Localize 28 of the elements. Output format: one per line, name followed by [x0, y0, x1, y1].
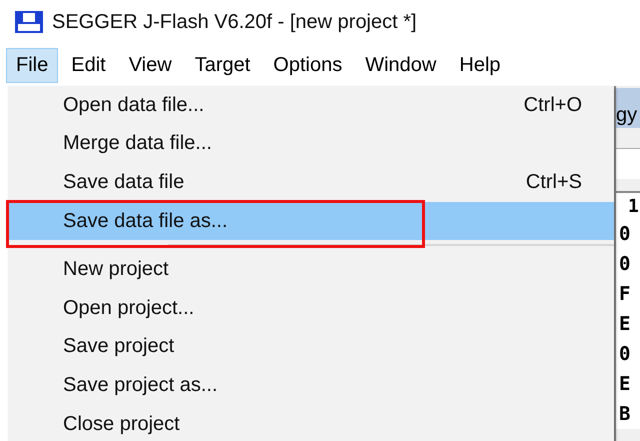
menu-item[interactable]: Save project as... [8, 366, 614, 405]
app-icon [15, 11, 43, 33]
menu-item[interactable]: Target [184, 48, 260, 82]
menu-item[interactable]: Edit [61, 48, 116, 82]
menu-item[interactable]: File [6, 48, 58, 82]
menu-item[interactable]: Save data file Ctrl+S [8, 163, 614, 202]
input-field[interactable] [616, 148, 640, 179]
window-title: SEGGER J-Flash V6.20f - [new project *] [52, 10, 417, 34]
table-cell: B [616, 399, 640, 429]
table-cell: 0 [616, 219, 640, 249]
menu-item[interactable]: View [118, 48, 182, 82]
header-text: gy [616, 103, 638, 128]
menu-item[interactable]: Options [263, 48, 352, 82]
table-cell: F [616, 279, 640, 309]
table-cell: 0 [616, 339, 640, 369]
menu-item[interactable]: New project [8, 250, 614, 289]
menu-item[interactable]: Open data file... Ctrl+O [8, 86, 614, 125]
menu-item[interactable]: Save project [8, 328, 614, 366]
table-cell: E [616, 369, 640, 399]
menu-item[interactable]: Help [449, 48, 511, 82]
column-header: 1 [628, 196, 639, 216]
menu-item[interactable]: Window [355, 48, 446, 82]
menu-item[interactable]: Save data file as... [8, 202, 614, 240]
menu-item[interactable]: Merge data file... [8, 124, 614, 164]
table-cell: 0 [616, 249, 640, 279]
menu-item[interactable]: Close project [8, 404, 614, 441]
table-cell: E [616, 309, 640, 339]
menu-item[interactable]: Open project... [8, 288, 614, 328]
